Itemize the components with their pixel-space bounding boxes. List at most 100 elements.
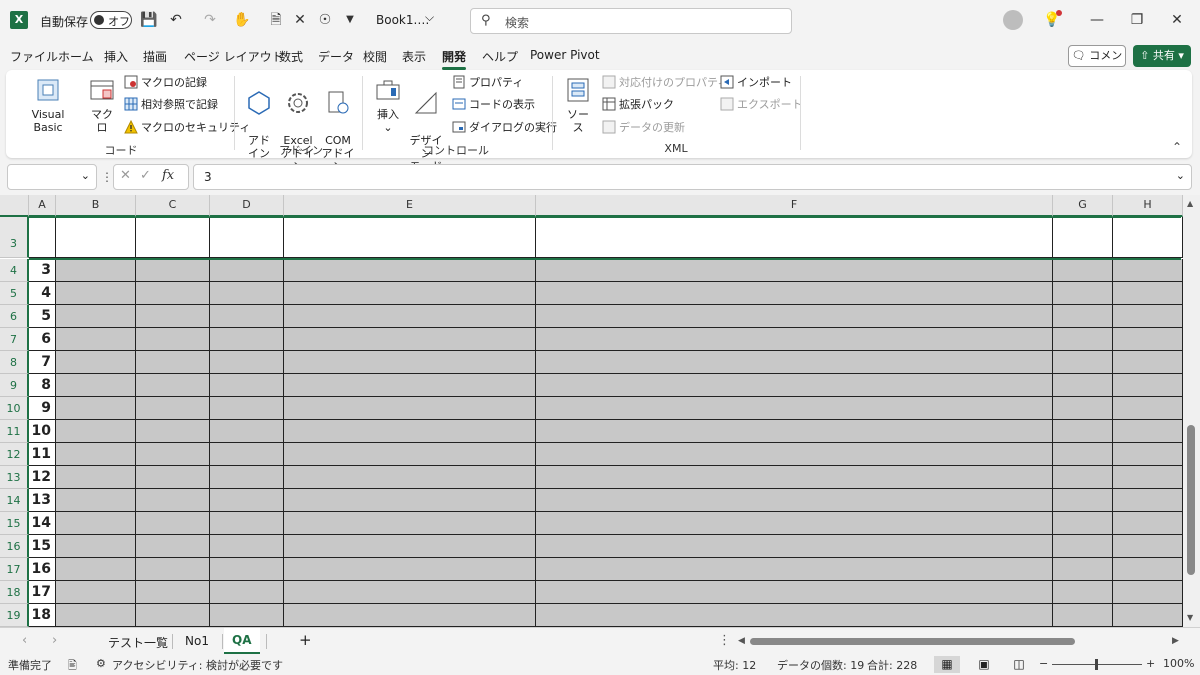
table-cell[interactable] — [56, 489, 136, 512]
split-handle-icon[interactable]: ⋮ — [718, 633, 731, 648]
minimize-button[interactable]: — — [1082, 8, 1112, 32]
touch-mode-icon[interactable]: ✋ — [232, 10, 252, 30]
table-cell[interactable] — [1053, 489, 1113, 512]
table-cell[interactable] — [56, 466, 136, 489]
table-cell[interactable] — [536, 558, 1053, 581]
name-box[interactable]: ⌄ — [7, 164, 97, 190]
table-cell[interactable] — [56, 374, 136, 397]
table-cell[interactable] — [536, 397, 1053, 420]
column-header-a[interactable]: A — [29, 195, 56, 217]
table-cell[interactable] — [210, 305, 284, 328]
table-cell[interactable] — [136, 259, 210, 282]
excel-addins-button[interactable]: Excel アドイン — [278, 76, 318, 173]
table-cell[interactable] — [136, 604, 210, 627]
table-header-cell[interactable] — [284, 217, 536, 258]
insert-function-icon[interactable]: fx — [162, 168, 174, 183]
table-cell[interactable] — [1053, 351, 1113, 374]
table-cell[interactable] — [210, 466, 284, 489]
com-addins-button[interactable]: COM アドイン — [318, 76, 358, 173]
table-cell[interactable] — [1113, 374, 1183, 397]
table-cell-number[interactable]: 18 — [29, 604, 56, 627]
table-cell[interactable] — [56, 535, 136, 558]
table-cell[interactable] — [56, 558, 136, 581]
scroll-down-icon[interactable]: ▼ — [1187, 613, 1193, 622]
status-count[interactable]: データの個数: 19 — [777, 657, 864, 673]
table-cell[interactable] — [284, 489, 536, 512]
table-cell[interactable] — [136, 282, 210, 305]
table-cell[interactable] — [284, 351, 536, 374]
tab-review[interactable]: 校閲 — [363, 48, 387, 65]
table-cell[interactable] — [536, 512, 1053, 535]
table-cell[interactable] — [1113, 259, 1183, 282]
column-header-g[interactable]: G — [1053, 195, 1113, 217]
table-cell-number[interactable]: 14 — [29, 512, 56, 535]
table-cell[interactable] — [210, 558, 284, 581]
sheet-prev-icon[interactable]: ‹ — [22, 633, 27, 648]
macro-security-button[interactable]: マクロのセキュリティ — [124, 119, 250, 137]
tab-data[interactable]: データ — [318, 48, 354, 65]
table-cell[interactable] — [1053, 604, 1113, 627]
table-cell[interactable] — [1053, 535, 1113, 558]
record-macro-button[interactable]: マクロの記録 — [124, 74, 207, 92]
zoom-slider-handle[interactable] — [1095, 659, 1098, 670]
design-mode-button[interactable]: デザイン モード — [406, 76, 446, 173]
table-cell-number[interactable]: 13 — [29, 489, 56, 512]
table-cell[interactable] — [56, 512, 136, 535]
sheet-next-icon[interactable]: › — [52, 633, 57, 648]
table-cell[interactable] — [536, 420, 1053, 443]
accessibility-status[interactable]: アクセシビリティ: 検討が必要です — [112, 657, 283, 673]
table-cell[interactable] — [56, 443, 136, 466]
row-header-18[interactable]: 18 — [0, 581, 29, 604]
table-cell[interactable] — [1053, 305, 1113, 328]
table-cell[interactable] — [56, 420, 136, 443]
table-cell[interactable] — [1113, 512, 1183, 535]
table-header-cell[interactable] — [136, 217, 210, 258]
export-button[interactable]: エクスポート — [720, 96, 803, 114]
worksheet-grid[interactable]: A B C D E F G H 3 4 3 5 4 6 5 7 6 8 7 9 8 10 9 11 10 12 11 13 12 14 13… — [0, 195, 1200, 627]
table-cell-number[interactable]: 4 — [29, 282, 56, 305]
row-header-16[interactable]: 16 — [0, 535, 29, 558]
row-header-12[interactable]: 12 — [0, 443, 29, 466]
page-layout-view-icon[interactable]: ▣ — [971, 656, 997, 673]
table-cell[interactable] — [210, 351, 284, 374]
row-header-8[interactable]: 8 — [0, 351, 29, 374]
sheet-tab-qa[interactable]: QA — [224, 628, 260, 654]
table-header-cell[interactable] — [1053, 217, 1113, 258]
table-cell[interactable] — [136, 420, 210, 443]
tab-insert[interactable]: 挿入 — [104, 48, 128, 65]
row-header-6[interactable]: 6 — [0, 305, 29, 328]
table-cell[interactable] — [536, 259, 1053, 282]
table-cell[interactable] — [1113, 351, 1183, 374]
tab-page-layout[interactable]: ページ レイアウト — [184, 48, 284, 65]
visual-basic-button[interactable]: Visual Basic — [18, 76, 78, 134]
table-cell[interactable] — [536, 328, 1053, 351]
table-cell[interactable] — [284, 420, 536, 443]
table-cell[interactable] — [210, 489, 284, 512]
column-header-h[interactable]: H — [1113, 195, 1183, 217]
table-cell[interactable] — [284, 305, 536, 328]
tab-help[interactable]: ヘルプ — [482, 48, 518, 65]
table-cell[interactable] — [284, 282, 536, 305]
table-cell-number[interactable]: 5 — [29, 305, 56, 328]
formula-input[interactable]: 3 ⌄ — [193, 164, 1192, 190]
scroll-right-icon[interactable]: ▶ — [1172, 636, 1179, 646]
column-header-f[interactable]: F — [536, 195, 1053, 217]
table-cell[interactable] — [1113, 282, 1183, 305]
table-cell-number[interactable]: 8 — [29, 374, 56, 397]
status-sum[interactable]: 合計: 228 — [867, 657, 917, 673]
avatar[interactable] — [1003, 10, 1023, 30]
row-header-17[interactable]: 17 — [0, 558, 29, 581]
vertical-scrollbar[interactable]: ▲ ▼ — [1183, 195, 1200, 627]
table-cell[interactable] — [210, 374, 284, 397]
table-cell[interactable] — [536, 604, 1053, 627]
table-cell[interactable] — [284, 558, 536, 581]
table-cell-number[interactable]: 6 — [29, 328, 56, 351]
run-dialog-button[interactable]: ダイアログの実行 — [452, 119, 557, 137]
row-header-4[interactable]: 4 — [0, 259, 29, 282]
table-cell[interactable] — [1053, 328, 1113, 351]
table-cell[interactable] — [136, 443, 210, 466]
table-cell-number[interactable]: 12 — [29, 466, 56, 489]
xml-source-button[interactable]: ソース — [562, 76, 594, 134]
table-cell[interactable] — [1113, 489, 1183, 512]
add-sheet-button[interactable]: + — [299, 631, 312, 649]
